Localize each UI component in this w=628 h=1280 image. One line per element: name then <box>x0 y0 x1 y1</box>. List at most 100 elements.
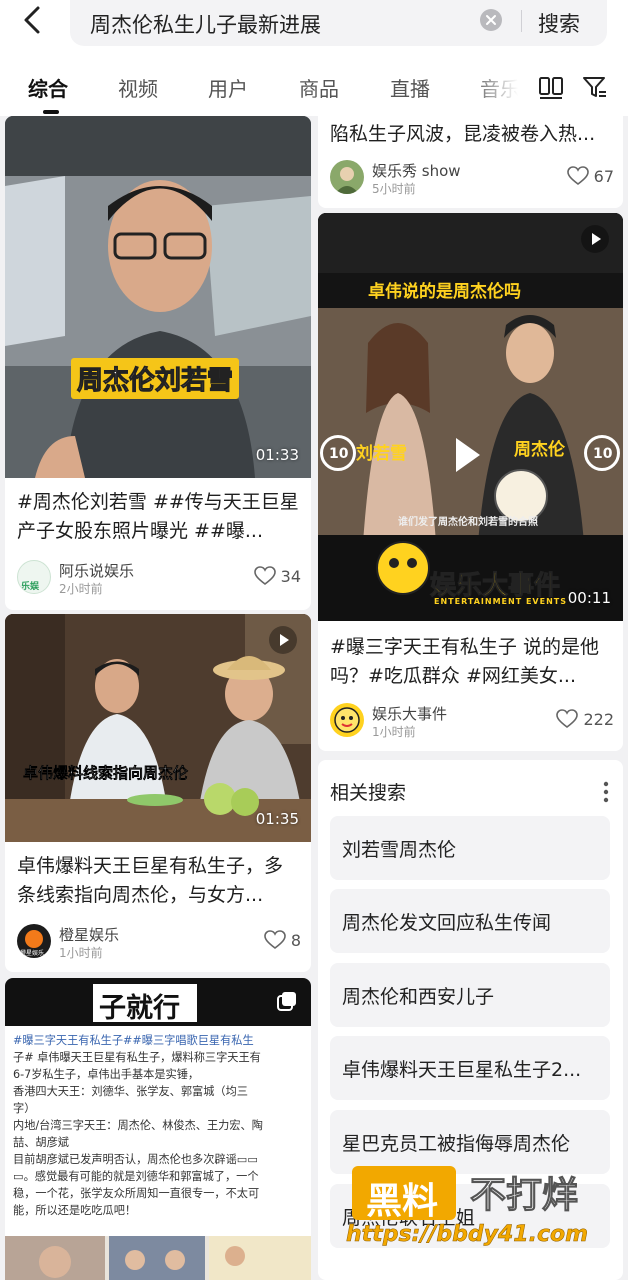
like-button[interactable]: 8 <box>264 930 301 950</box>
image-body-text: #曝三字天王有私生子##曝三字唱歌巨星有私生 子# 卓伟曝天王巨星有私生子，爆料… <box>13 1032 305 1219</box>
skip-forward-seconds: 10 <box>593 446 613 462</box>
like-count: 67 <box>593 166 614 186</box>
body-line: 6-7岁私生子，卓伟出手基本是实锤， <box>13 1068 200 1081</box>
active-tab-indicator <box>43 110 59 114</box>
watermark-left-text: 黑料 <box>366 1181 439 1222</box>
search-divider <box>521 10 522 32</box>
card-title[interactable]: #曝三字天王有私生子 说的是他吗？#吃瓜群众 #网红美女... <box>330 633 612 691</box>
body-line: 稳，一个花，张学友众所周知一直很专一，不太可 <box>13 1187 260 1200</box>
heart-icon <box>556 709 579 729</box>
body-line: 喆、胡彦斌 <box>13 1136 69 1149</box>
author-name[interactable]: 阿乐说娱乐 <box>59 560 134 581</box>
avatar[interactable] <box>330 160 364 194</box>
related-search-text: 星巴克员工被指侮辱周杰伦 <box>342 1133 571 1155</box>
video-card-4[interactable]: 卓伟爆料线索指向周杰伦 01:35 卓伟爆料天王巨星有私生子，多条线索指向周杰伦… <box>5 614 311 972</box>
video-card-3[interactable]: 卓伟说的是周杰伦吗 刘若雪 周杰伦 谁们发了周杰伦和刘若雪的合照 娱乐大事件 E… <box>318 213 623 751</box>
heart-icon <box>264 930 286 950</box>
author-row[interactable]: 娱乐秀 show 5小时前 67 <box>330 160 614 200</box>
video-overlay-caption: 卓伟爆料线索指向周杰伦 <box>23 764 189 782</box>
body-line: 内地/台湾三字天王：周杰伦、林俊杰、王力宏、陶 <box>13 1119 263 1132</box>
search-button[interactable]: 搜索 <box>538 8 580 38</box>
video-top-caption: 卓伟说的是周杰伦吗 <box>368 282 521 302</box>
related-search-item[interactable]: 周杰伦和西安儿子 <box>330 963 610 1027</box>
layout-toggle-icon[interactable] <box>538 74 564 100</box>
watermark-badge: 黑料 <box>352 1166 456 1222</box>
post-time: 5小时前 <box>372 182 416 196</box>
more-options-icon[interactable] <box>603 780 609 804</box>
like-button[interactable]: 34 <box>253 566 301 586</box>
video-thumbnail[interactable]: 周杰伦刘若雪 01:33 <box>5 116 311 478</box>
card-title[interactable]: 陷私生子风波，昆凌被卷入热... <box>330 120 612 149</box>
author-row[interactable]: 娱乐大事件 1小时前 222 <box>330 703 614 743</box>
post-time: 1小时前 <box>372 725 416 739</box>
image-thumbnail[interactable]: 子就行 #曝三字天王有私生子##曝三字唱歌巨星有私生 子# 卓伟曝天王巨星有私生… <box>5 978 311 1280</box>
related-search-text: 周杰伦和西安儿子 <box>342 986 495 1008</box>
video-sub-caption: 谁们发了周杰伦和刘若雪的合照 <box>398 517 538 528</box>
body-line: 目前胡彦斌已发声明否认，周杰伦也多次辟谣▭▭ <box>13 1153 258 1166</box>
back-arrow-icon[interactable] <box>18 4 50 36</box>
search-input[interactable]: 周杰伦私生儿子最新进展 搜索 <box>70 0 607 46</box>
video-card-2[interactable]: 陷私生子风波，昆凌被卷入热... 娱乐秀 show 5小时前 67 <box>318 110 623 208</box>
related-searches-title: 相关搜索 <box>330 782 407 804</box>
related-search-item[interactable]: 卓伟爆料天王巨星私生子2... <box>330 1036 610 1100</box>
tab-live[interactable]: 直播 <box>390 73 430 102</box>
image-card-5[interactable]: 子就行 #曝三字天王有私生子##曝三字唱歌巨星有私生 子# 卓伟曝天王巨星有私生… <box>5 978 311 1280</box>
related-search-item[interactable]: 刘若雪周杰伦 <box>330 816 610 880</box>
skip-forward-icon[interactable]: 10 <box>584 435 620 471</box>
tab-products[interactable]: 商品 <box>299 73 339 102</box>
category-tabs: 综合 视频 用户 商品 直播 音乐 <box>0 56 628 116</box>
avatar-text: 乐娱 <box>21 582 40 592</box>
author-row[interactable]: 橙星娱乐 橙星娱乐 1小时前 8 <box>17 924 301 964</box>
thumbnail-art <box>5 614 311 842</box>
search-query-text[interactable]: 周杰伦私生儿子最新进展 <box>90 9 321 39</box>
card-title[interactable]: 卓伟爆料天王巨星有私生子，多条线索指向周杰伦，与女方... <box>17 852 299 910</box>
avatar[interactable] <box>330 703 364 737</box>
avatar[interactable]: 橙星娱乐 <box>17 924 51 958</box>
author-name[interactable]: 娱乐大事件 <box>372 703 447 724</box>
image-header-bar: 子就行 <box>5 978 311 1026</box>
tab-fade <box>470 56 530 116</box>
tab-comprehensive[interactable]: 综合 <box>28 73 68 102</box>
like-count: 222 <box>583 709 614 729</box>
card-title[interactable]: #周杰伦刘若雪 ##传与天王巨星产子女股东照片曝光 ##曝... <box>17 488 299 546</box>
play-icon[interactable] <box>581 225 609 253</box>
author-name[interactable]: 橙星娱乐 <box>59 924 119 945</box>
label-left: 刘若雪 <box>356 444 407 464</box>
avatar[interactable]: 乐娱 <box>17 560 51 594</box>
tab-users[interactable]: 用户 <box>208 73 248 102</box>
header-highlight: 子就行 <box>93 984 197 1024</box>
tab-video[interactable]: 视频 <box>118 73 158 102</box>
body-line: #曝三字天王有私生子##曝三字唱歌巨星有私生 <box>13 1034 254 1047</box>
avatar-image <box>335 167 359 194</box>
video-duration: 01:33 <box>255 446 299 464</box>
heart-icon <box>253 566 276 586</box>
body-line: 香港四大天王：刘德华、张学友、郭富城（均三 <box>13 1085 248 1098</box>
related-search-item[interactable]: 周杰伦发文回应私生传闻 <box>330 889 610 953</box>
watermark-url: https://bbdy41.com <box>346 1222 589 1248</box>
author-row[interactable]: 乐娱 阿乐说娱乐 2小时前 34 <box>17 560 301 600</box>
like-button[interactable]: 222 <box>556 709 614 729</box>
like-button[interactable]: 67 <box>566 166 614 186</box>
thumbnail-art <box>318 213 623 621</box>
play-icon[interactable] <box>269 626 297 654</box>
video-duration: 00:11 <box>567 589 611 607</box>
thumbnail-art <box>5 116 311 478</box>
avatar-image <box>334 707 360 733</box>
video-thumbnail[interactable]: 卓伟说的是周杰伦吗 刘若雪 周杰伦 谁们发了周杰伦和刘若雪的合照 娱乐大事件 E… <box>318 213 623 621</box>
related-search-text: 周杰伦发文回应私生传闻 <box>342 912 552 934</box>
image-header-text: 子就行 <box>99 993 180 1024</box>
skip-back-icon[interactable]: 10 <box>320 435 356 471</box>
author-name[interactable]: 娱乐秀 show <box>372 160 461 181</box>
photo-collage <box>5 1236 311 1280</box>
body-line: 能，所以还是吃吃瓜吧！ <box>13 1204 137 1217</box>
video-card-1[interactable]: 周杰伦刘若雪 01:33 #周杰伦刘若雪 ##传与天王巨星产子女股东照片曝光 #… <box>5 116 311 610</box>
heart-icon <box>566 166 589 186</box>
video-thumbnail[interactable]: 卓伟爆料线索指向周杰伦 01:35 <box>5 614 311 842</box>
avatar-text: 橙星娱乐 <box>20 950 45 957</box>
watermark: 黑料 不打烊 https://bbdy41.com <box>346 1160 616 1260</box>
body-line: 字） <box>13 1102 36 1115</box>
post-time: 2小时前 <box>59 582 103 596</box>
clear-search-icon[interactable] <box>480 9 502 31</box>
like-count: 34 <box>280 566 301 586</box>
filter-icon[interactable] <box>582 74 608 100</box>
